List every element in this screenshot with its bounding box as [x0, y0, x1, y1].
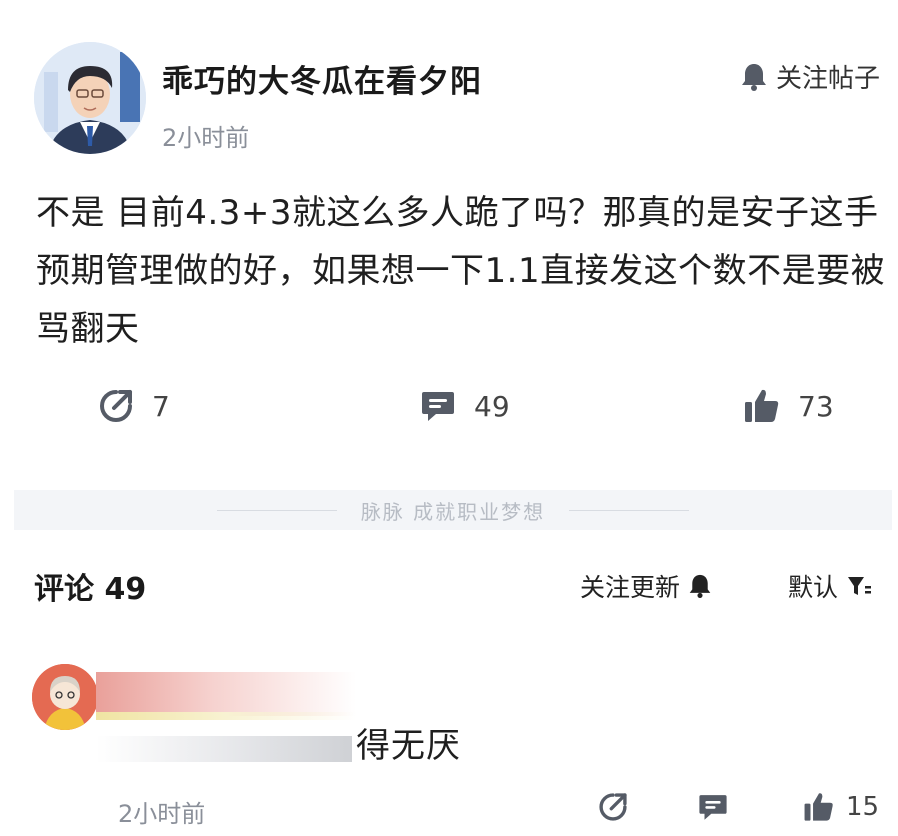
divider-line-left [216, 509, 337, 511]
comment-share-button[interactable] [596, 790, 630, 828]
comments-header: 评论 49 关注更新 默认 [0, 560, 898, 610]
post-actions: 7 49 73 [0, 386, 898, 450]
share-button[interactable]: 7 [96, 386, 170, 426]
share-icon [100, 390, 132, 422]
comment-text-redacted [96, 736, 352, 762]
thumbs-up-icon [804, 793, 833, 821]
like-button[interactable]: 73 [742, 386, 834, 426]
comment-like-count: 15 [846, 792, 880, 822]
comment-button[interactable]: 49 [418, 386, 510, 426]
comment-reply-button[interactable] [696, 790, 730, 828]
brand-slogan: 脉脉 成就职业梦想 [360, 499, 546, 524]
sort-dropdown[interactable]: 默认 [788, 568, 872, 604]
comment-icon [422, 392, 454, 421]
comment-like-button[interactable]: 15 [802, 790, 879, 824]
follow-updates-label: 关注更新 [580, 573, 681, 602]
thumbs-up-icon [745, 389, 779, 422]
filter-icon [848, 577, 872, 595]
comment-icon [699, 795, 727, 820]
follow-updates-button[interactable]: 关注更新 [580, 568, 712, 604]
follow-post-button[interactable]: 关注帖子 [740, 58, 880, 95]
comment-text: 得无厌 [356, 726, 461, 766]
commenter-avatar[interactable] [32, 664, 98, 730]
comment-count: 49 [474, 389, 510, 423]
sort-label: 默认 [788, 573, 839, 602]
comment-footer: 2小时前 15 [0, 786, 898, 830]
like-count: 73 [798, 389, 834, 423]
author-name[interactable]: 乖巧的大冬瓜在看夕阳 [162, 56, 482, 101]
share-icon [599, 793, 627, 821]
brand-divider: 脉脉 成就职业梦想 [14, 490, 892, 530]
comments-title: 评论 49 [34, 572, 147, 607]
cartoon-avatar-icon [32, 664, 98, 730]
author-avatar[interactable] [34, 42, 146, 154]
share-count: 7 [152, 389, 170, 423]
divider-line-right [569, 509, 690, 511]
bell-icon [741, 63, 766, 91]
post-header: 乖巧的大冬瓜在看夕阳 2小时前 关注帖子 [0, 0, 898, 170]
post-time: 2小时前 [162, 124, 250, 152]
post-body: 不是 目前4.3+3就这么多人跪了吗？那真的是安子这手预期管理做的好，如果想一下… [36, 193, 886, 349]
follow-post-label: 关注帖子 [775, 64, 880, 94]
commenter-badge-redacted [96, 712, 356, 720]
bell-icon [689, 574, 711, 598]
comment-time: 2小时前 [118, 800, 206, 828]
commenter-name-redacted [96, 672, 356, 716]
person-illustration-icon [34, 42, 146, 154]
